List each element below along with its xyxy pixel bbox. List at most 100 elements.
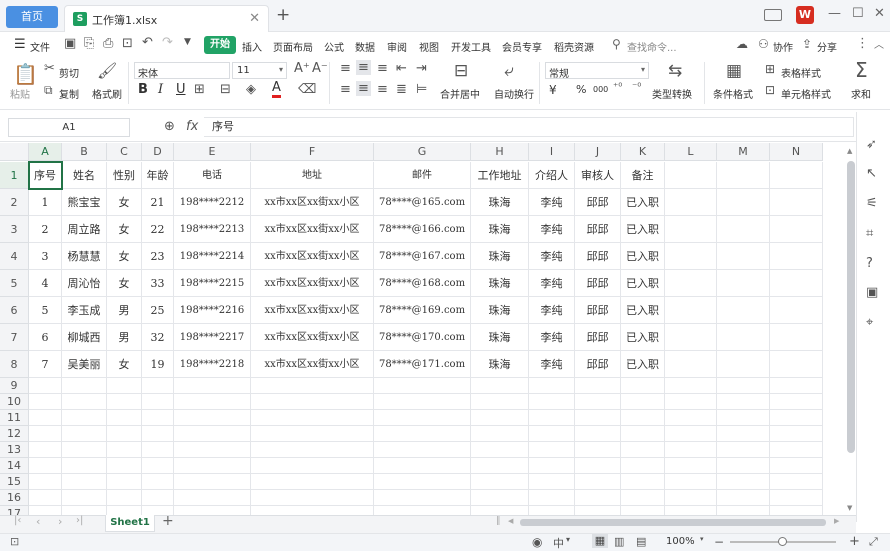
tab-docer[interactable]: 稻壳资源 [554,39,594,54]
cell[interactable]: 7 [29,351,62,378]
format-painter-button[interactable]: 格式刷 [92,86,122,101]
fx-icon[interactable]: fx [186,119,198,134]
cell[interactable]: 198****2214 [174,243,251,270]
cell[interactable] [142,394,174,410]
cell[interactable] [107,426,142,442]
cell[interactable] [174,378,251,394]
cell[interactable] [621,490,665,506]
cell[interactable]: 女 [107,270,142,297]
cell[interactable] [174,442,251,458]
cell[interactable]: 珠海 [471,216,529,243]
cell[interactable] [770,474,823,490]
cell[interactable] [665,506,717,515]
cell[interactable]: 已入职 [621,216,665,243]
cell[interactable] [770,270,823,297]
cell[interactable] [665,297,717,324]
scroll-up-icon[interactable]: ▲ [847,147,852,155]
last-sheet-icon[interactable]: ›| [76,515,83,526]
cell[interactable] [107,394,142,410]
select-pointer-icon[interactable]: ↖ [866,166,877,181]
cell[interactable] [142,426,174,442]
cell[interactable] [174,506,251,515]
cell[interactable]: 6 [29,324,62,351]
cell[interactable]: 李纯 [529,270,575,297]
cell[interactable] [717,189,770,216]
cell[interactable] [374,442,471,458]
crop-icon[interactable]: ⌗ [866,226,873,241]
export-icon[interactable]: ⎘ [84,36,94,51]
cell[interactable] [575,506,621,515]
fullscreen-icon[interactable]: ⤢ [869,535,878,549]
cell[interactable] [107,474,142,490]
prev-sheet-icon[interactable]: ‹ [36,515,40,528]
cell[interactable]: 78****@171.com [374,351,471,378]
cell[interactable]: 2 [29,216,62,243]
cell[interactable] [770,506,823,515]
column-header-l[interactable]: L [665,143,717,161]
cell[interactable]: 男 [107,324,142,351]
layout-icon[interactable] [764,9,782,21]
cell[interactable] [717,426,770,442]
cell[interactable] [770,324,823,351]
cell[interactable] [107,442,142,458]
cell[interactable] [251,474,374,490]
align-top-icon[interactable]: ≡ [340,61,351,76]
cell[interactable]: 李纯 [529,243,575,270]
conditional-format-button[interactable]: 条件格式 [713,86,753,101]
cell[interactable] [471,426,529,442]
cell[interactable] [717,490,770,506]
cell[interactable] [665,490,717,506]
cell[interactable]: 3 [29,243,62,270]
cell[interactable] [717,351,770,378]
cell[interactable] [665,458,717,474]
cell[interactable]: 邱邱 [575,216,621,243]
header-cell[interactable]: 性别 [107,162,142,189]
collapse-ribbon-icon[interactable]: ︿ [874,36,884,51]
formula-input[interactable]: 序号 [204,117,854,137]
align-left-icon[interactable]: ≡ [340,82,351,97]
borders-icon[interactable]: ⊞ [194,82,205,97]
cell[interactable] [717,297,770,324]
cell[interactable] [142,474,174,490]
cell[interactable] [575,410,621,426]
tab-developer[interactable]: 开发工具 [451,39,491,54]
cell[interactable] [770,490,823,506]
macro-icon[interactable]: ⊡ [10,535,19,548]
eye-protect-icon[interactable]: ◉ [532,535,542,549]
cell[interactable]: 78****@166.com [374,216,471,243]
header-cell[interactable]: 地址 [251,162,374,189]
cell[interactable] [174,474,251,490]
cell[interactable] [665,216,717,243]
italic-button[interactable]: I [158,82,163,97]
cell[interactable]: 李纯 [529,351,575,378]
next-sheet-icon[interactable]: › [58,515,62,528]
row-header-15[interactable]: 15 [0,474,29,490]
home-tab[interactable]: 首页 [6,6,58,28]
column-header-i[interactable]: I [529,143,575,161]
cell[interactable]: 78****@169.com [374,297,471,324]
cell[interactable] [107,458,142,474]
cell[interactable]: 1 [29,189,62,216]
cell[interactable]: 邱邱 [575,270,621,297]
column-header-g[interactable]: G [374,143,471,161]
cell[interactable]: 4 [29,270,62,297]
cell[interactable] [575,378,621,394]
cell[interactable] [62,426,107,442]
settings-sliders-icon[interactable]: ⚟ [866,196,878,211]
cell[interactable]: 李纯 [529,324,575,351]
scroll-left-icon[interactable]: ◀ [508,517,513,525]
cell[interactable] [62,442,107,458]
cell[interactable] [665,394,717,410]
cell[interactable]: 78****@170.com [374,324,471,351]
print-preview-icon[interactable]: ⊡ [122,36,133,51]
cell[interactable]: 邱邱 [575,351,621,378]
cell[interactable] [529,394,575,410]
cell[interactable] [374,378,471,394]
cell[interactable]: 女 [107,351,142,378]
cell[interactable] [62,474,107,490]
cell[interactable] [717,270,770,297]
font-shrink-icon[interactable]: A⁻ [312,61,328,76]
cell[interactable]: 32 [142,324,174,351]
scroll-right-icon[interactable]: ▶ [834,517,839,525]
cell[interactable] [717,442,770,458]
